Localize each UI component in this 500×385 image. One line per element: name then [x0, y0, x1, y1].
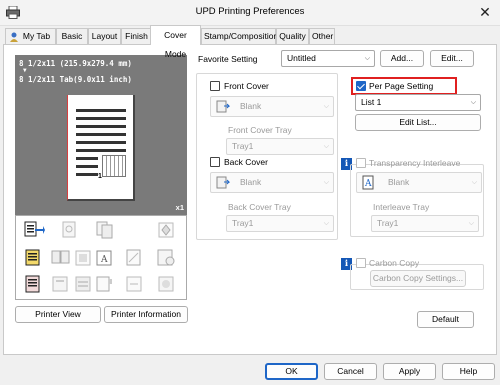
tab-cover-mode[interactable]: Cover Mode — [150, 25, 201, 59]
help-label: Help — [459, 366, 478, 376]
carbon-copy-settings-label: Carbon Copy Settings... — [372, 273, 464, 283]
stamp-icon — [158, 222, 174, 238]
image-shift-icon — [126, 276, 142, 292]
edit-favorite-button[interactable]: Edit... — [430, 50, 474, 67]
carbon-copy-settings-button[interactable]: Carbon Copy Settings... — [370, 270, 466, 287]
user-icon — [10, 32, 18, 42]
carbon-copy-label: Carbon Copy — [369, 258, 420, 268]
front-cover-label: Front Cover — [224, 81, 269, 91]
blank-page-icon — [216, 176, 230, 189]
tab-finish[interactable]: Finish — [121, 28, 152, 44]
back-cover-tray-select[interactable]: Tray1 ⌵ — [226, 215, 334, 232]
overlay-icon — [75, 250, 91, 266]
blank-page-icon — [216, 100, 230, 113]
back-cover-value: Blank — [240, 177, 262, 187]
tab-other[interactable]: Other — [309, 28, 335, 44]
booklet-icon — [51, 250, 70, 264]
interleave-tray-label: Interleave Tray — [373, 202, 430, 212]
per-page-list-value: List 1 — [361, 97, 382, 107]
per-page-list-select[interactable]: List 1 ⌵ — [355, 94, 481, 111]
cancel-button[interactable]: Cancel — [324, 363, 377, 380]
transparency-interleave-checkbox[interactable] — [356, 158, 366, 168]
tab-stamp-composition[interactable]: Stamp/Composition — [201, 28, 278, 44]
page-color-icon[interactable] — [23, 248, 45, 268]
copies-indicator: x1 — [175, 203, 184, 212]
paper-size-output: 8 1/2x11 Tab(9.0x11 inch) — [19, 75, 132, 84]
finishing-icon — [158, 276, 174, 292]
favorite-setting-select[interactable]: Untitled ⌵ — [281, 50, 375, 67]
help-button[interactable]: Help — [442, 363, 495, 380]
edit-list-label: Edit List... — [399, 117, 437, 127]
cover-insert-icon[interactable] — [23, 220, 45, 240]
close-icon[interactable]: ✕ — [471, 1, 499, 24]
front-cover-select[interactable]: Blank ⌵ — [210, 96, 334, 117]
svg-text:A: A — [364, 179, 372, 189]
apply-label: Apply — [398, 366, 421, 376]
edit-list-button[interactable]: Edit List... — [355, 114, 481, 131]
carbon-copy-checkbox[interactable] — [356, 258, 366, 268]
arrow-down-icon: ▼ — [23, 67, 27, 74]
function-icon-panel: A — [15, 215, 187, 300]
printer-view-button[interactable]: Printer View — [15, 306, 101, 323]
tab-basic[interactable]: Basic — [56, 28, 88, 44]
tab-paper-icon — [96, 276, 112, 292]
printer-view-label: Printer View — [35, 309, 81, 319]
transparency-value: Blank — [388, 177, 410, 187]
default-label: Default — [432, 314, 459, 324]
per-page-setting-label: Per Page Setting — [369, 81, 434, 91]
back-cover-select[interactable]: Blank ⌵ — [210, 172, 334, 193]
front-cover-checkbox[interactable] — [210, 81, 220, 91]
transparency-page-icon: A — [362, 175, 374, 190]
window-title: UPD Printing Preferences — [195, 6, 305, 17]
back-cover-tray-label: Back Cover Tray — [228, 202, 291, 212]
back-cover-tray-value: Tray1 — [232, 218, 254, 228]
add-favorite-button[interactable]: Add... — [380, 50, 424, 67]
favorite-setting-value: Untitled — [287, 53, 316, 63]
chevron-down-icon: ⌵ — [470, 99, 476, 106]
front-cover-tray-value: Tray1 — [232, 141, 254, 151]
chevron-down-icon: ⌵ — [364, 55, 370, 62]
transparency-interleave-label: Transparency Interleave — [369, 158, 461, 168]
printer-information-label: Printer Information — [111, 309, 181, 319]
per-page-setting-icon[interactable] — [23, 274, 45, 294]
chevron-down-icon: ⌵ — [323, 143, 329, 150]
front-cover-tray-select[interactable]: Tray1 ⌵ — [226, 138, 334, 155]
per-page-setting-checkbox[interactable] — [356, 81, 366, 91]
apply-button[interactable]: Apply — [383, 363, 436, 380]
tab-layout[interactable]: Layout — [88, 28, 121, 44]
chevron-down-icon: ⌵ — [323, 220, 329, 227]
print-preview: 8 1/2x11 (215.9x279.4 mm) ▼ 8 1/2x11 Tab… — [15, 55, 187, 215]
ok-button[interactable]: OK — [265, 363, 318, 380]
chevron-down-icon: ⌵ — [468, 220, 474, 227]
back-cover-checkbox[interactable] — [210, 157, 220, 167]
printer-information-button[interactable]: Printer Information — [104, 306, 188, 323]
interleave-tray-select[interactable]: Tray1 ⌵ — [371, 215, 479, 232]
svg-text:A: A — [100, 255, 108, 265]
tab-my-tab[interactable]: My Tab — [5, 28, 56, 44]
ok-label: OK — [285, 366, 298, 376]
chevron-down-icon: ⌵ — [323, 179, 329, 186]
interleave-tray-value: Tray1 — [377, 218, 399, 228]
transparency-select[interactable]: A Blank ⌵ — [356, 172, 482, 193]
tab-quality[interactable]: Quality — [276, 28, 309, 44]
favorite-setting-label: Favorite Setting — [198, 54, 258, 64]
chapter-icon — [52, 276, 68, 292]
back-cover-label: Back Cover — [224, 157, 268, 167]
chevron-down-icon: ⌵ — [471, 179, 477, 186]
edit-label: Edit... — [441, 53, 463, 63]
add-label: Add... — [390, 53, 414, 63]
text-stamp-icon: A — [96, 250, 112, 266]
copy-pages-icon — [96, 221, 113, 239]
watermark-icon — [126, 249, 141, 266]
front-cover-value: Blank — [240, 101, 262, 111]
chevron-down-icon: ⌵ — [323, 103, 329, 110]
front-cover-tray-label: Front Cover Tray — [228, 125, 292, 135]
cancel-label: Cancel — [337, 366, 364, 376]
header-footer-icon — [157, 249, 175, 266]
staple-icon — [62, 221, 76, 238]
default-button[interactable]: Default — [417, 311, 474, 328]
interleave-icon — [75, 276, 91, 292]
paper-size-original: 8 1/2x11 (215.9x279.4 mm) — [19, 59, 132, 68]
paper-preview: 1 — [67, 95, 135, 201]
